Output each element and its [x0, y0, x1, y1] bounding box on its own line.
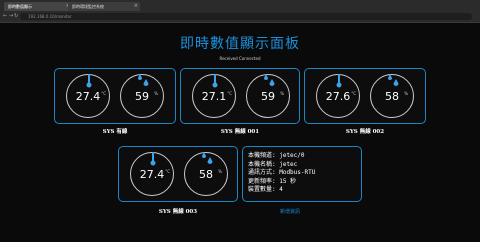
thermometer-icon	[336, 74, 342, 88]
humidity-gauge: 58 %	[370, 74, 414, 118]
more-info-link[interactable]: 新增資訊	[260, 208, 320, 215]
browser-chrome: 即時數值顯示× 即時環境監控系統× ← → ↻ 192.168.0.10/mon…	[0, 0, 480, 23]
device-label-3: SYS 無線 002	[345, 129, 385, 135]
page-title: 即時數值顯示面板	[180, 36, 300, 52]
device-label-4: SYS 無線 003	[158, 209, 198, 215]
thermometer-icon	[150, 152, 156, 166]
close-tab-icon[interactable]: ×	[134, 2, 138, 11]
reload-icon[interactable]: ↻	[14, 13, 18, 20]
thermometer-icon	[86, 74, 92, 88]
browser-tab-1[interactable]: 即時數值顯示×	[4, 2, 72, 11]
water-drops-icon	[264, 74, 275, 86]
info-count: 裝置數量: 4	[248, 186, 283, 193]
device-card-3[interactable]: 27.6 °C 58 %	[304, 68, 426, 124]
humidity-gauge: 59 %	[246, 74, 290, 118]
humidity-gauge: 59 %	[120, 74, 164, 118]
forward-icon[interactable]: →	[9, 13, 13, 20]
thermometer-icon	[212, 74, 218, 88]
temperature-gauge: 27.4 °C	[130, 152, 174, 196]
info-list: 本機頻道: jetec/0 本機名稱: jetec 通訊方式: Modbus-R…	[248, 152, 315, 195]
browser-tab-2[interactable]: 即時環境監控系統 ×	[68, 2, 140, 11]
connection-status: Received Connected	[219, 56, 261, 61]
temperature-gauge: 27.1 °C	[192, 74, 236, 118]
temperature-gauge: 27.4 °C	[66, 74, 110, 118]
water-drops-icon	[138, 74, 149, 86]
device-card-4[interactable]: 27.4 °C 58 %	[118, 146, 238, 202]
info-channel: 本機頻道: jetec/0	[248, 152, 305, 159]
info-rate: 更新頻率: 15 秒	[248, 177, 297, 185]
back-icon[interactable]: ←	[3, 13, 7, 20]
info-name: 本機名稱: jetec	[248, 160, 298, 168]
device-card-1[interactable]: 27.4 °C 59 %	[54, 68, 176, 124]
temperature-gauge: 27.6 °C	[316, 74, 360, 118]
humidity-gauge: 58 %	[184, 152, 228, 196]
water-drops-icon	[202, 152, 213, 164]
device-card-2[interactable]: 27.1 °C 59 %	[180, 68, 300, 124]
info-method: 通訊方式: Modbus-RTU	[248, 169, 316, 176]
address-bar[interactable]: 192.168.0.10/monitor	[20, 13, 472, 20]
water-drops-icon	[388, 74, 399, 86]
